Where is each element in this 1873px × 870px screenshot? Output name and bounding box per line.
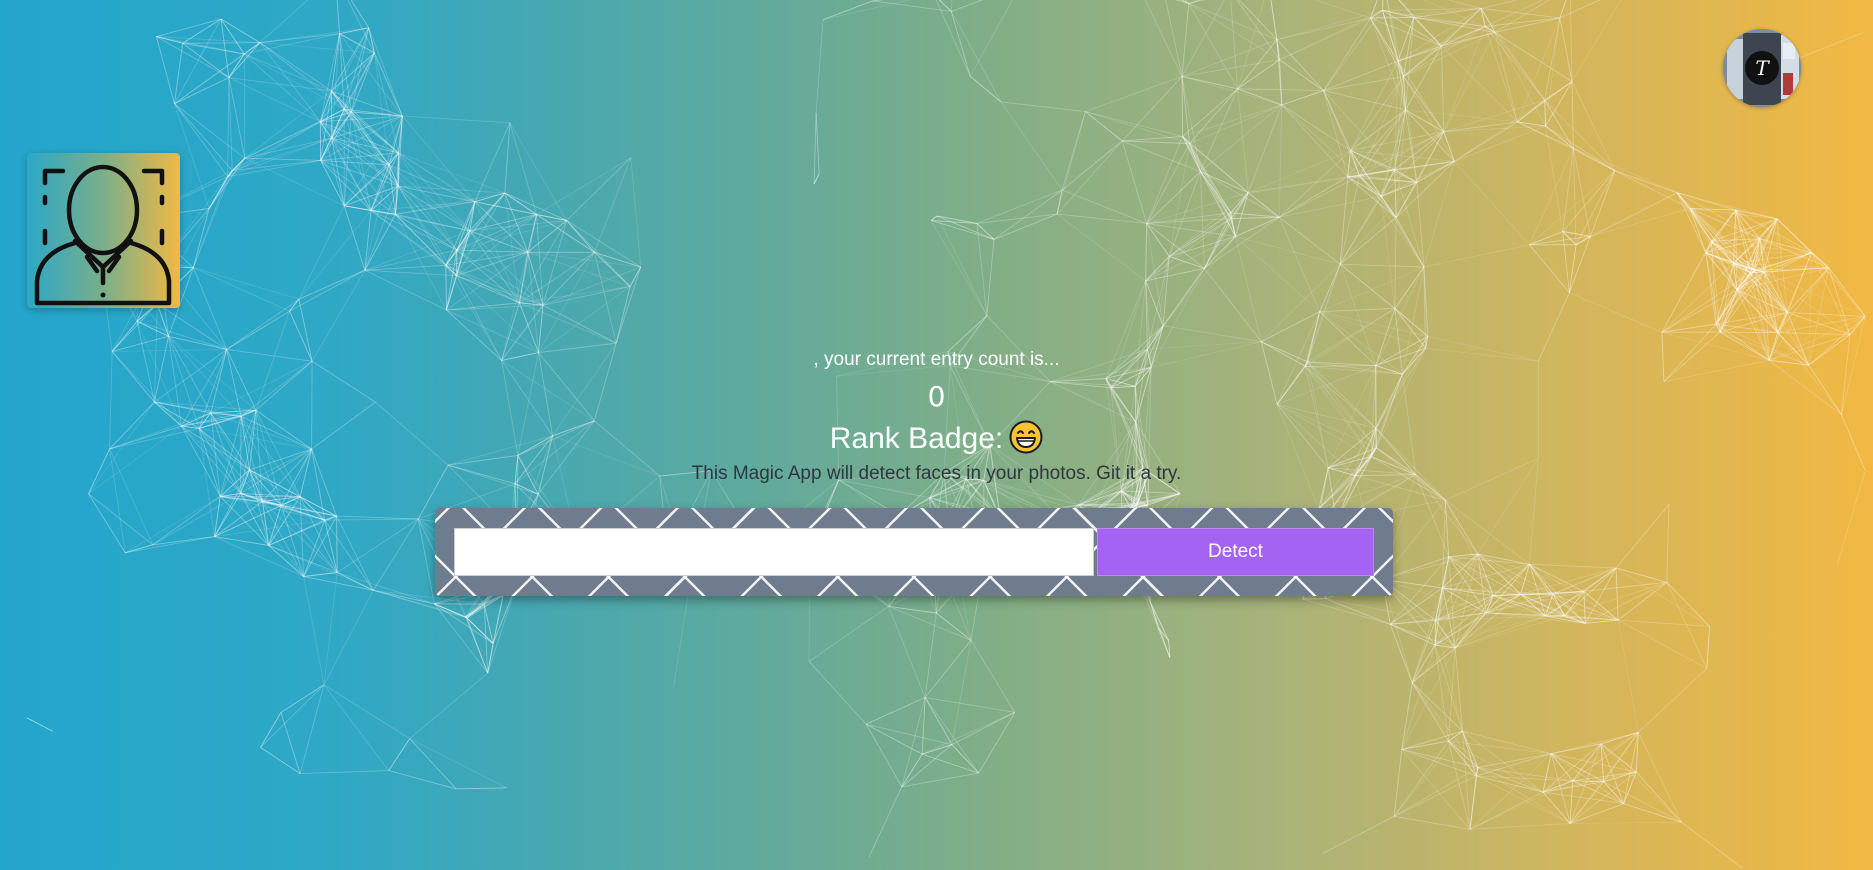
entry-count-value: 0	[927, 380, 946, 413]
image-url-form: Detect	[435, 508, 1393, 596]
rank-badge-label: Rank Badge:	[829, 422, 1004, 455]
app-logo[interactable]	[27, 153, 180, 308]
detect-button[interactable]: Detect	[1097, 528, 1374, 576]
face-scan-icon	[34, 164, 172, 306]
user-avatar[interactable]: T	[1723, 29, 1801, 107]
rank-badge: Rank Badge:	[0, 420, 1873, 456]
grinning-face-icon	[1009, 420, 1043, 454]
entry-count-message: , your current entry count is...	[813, 349, 1060, 370]
user-avatar-icon: T	[1723, 29, 1801, 107]
app-tagline: This Magic App will detect faces in your…	[691, 463, 1182, 484]
image-url-input[interactable]	[454, 528, 1094, 576]
avatar-initial: T	[1755, 56, 1770, 80]
